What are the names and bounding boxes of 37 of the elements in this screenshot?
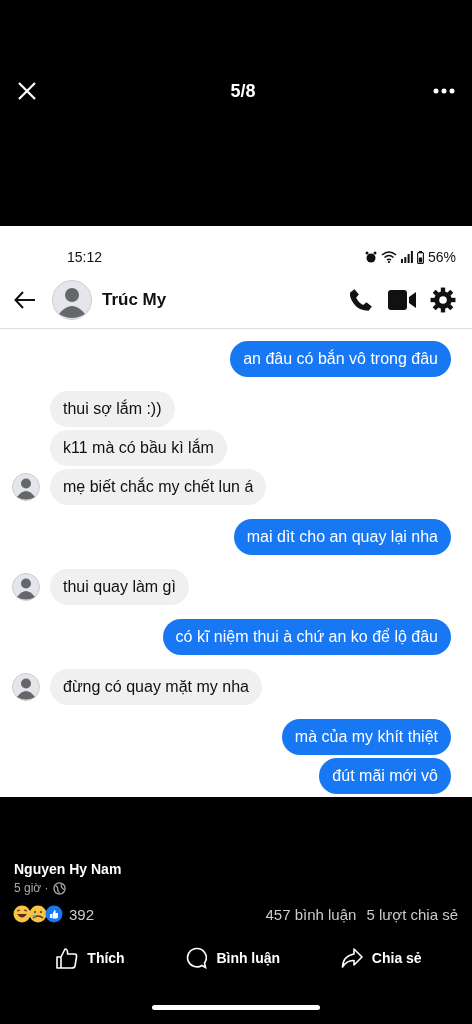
- reactions-icon[interactable]: [13, 905, 63, 923]
- phone-icon[interactable]: [348, 287, 374, 313]
- wifi-icon: [380, 251, 397, 263]
- message-bubble: có kĩ niệm thui à chứ an ko để lộ đâu: [162, 619, 451, 655]
- status-time: 15:12: [67, 249, 103, 265]
- comment-count[interactable]: 457 bình luận: [265, 905, 357, 923]
- share-button[interactable]: Chia sẻ: [340, 947, 422, 969]
- like-button[interactable]: Thích: [56, 947, 125, 969]
- avatar-icon: [52, 280, 92, 320]
- video-camera-icon[interactable]: [388, 289, 416, 311]
- image-counter: 5/8: [230, 81, 256, 102]
- post-time: 5 giờ ·: [14, 881, 49, 895]
- share-count[interactable]: 5 lượt chia sẻ: [366, 905, 458, 923]
- back-arrow-icon[interactable]: [14, 291, 36, 309]
- close-icon[interactable]: [17, 81, 37, 101]
- thumbs-up-icon: [56, 947, 79, 969]
- alarm-icon: [364, 251, 377, 263]
- reaction-count[interactable]: 392: [69, 905, 95, 923]
- message-bubble: thui quay làm gì: [50, 569, 189, 605]
- message-bubble: đừng có quay mặt my nha: [50, 669, 262, 705]
- message-bubble: đút mãi mới vô: [319, 758, 451, 794]
- message-bubble: thui sợ lắm :)): [50, 391, 175, 427]
- contact-name: Trúc My: [102, 290, 167, 310]
- message-bubble: k11 mà có bầu kì lắm: [50, 430, 227, 466]
- share-arrow-icon: [340, 947, 363, 969]
- battery-percent: 56%: [427, 249, 456, 265]
- globe-icon: [52, 881, 66, 895]
- speech-bubble-icon: [185, 947, 208, 969]
- comment-button[interactable]: Bình luận: [185, 947, 281, 969]
- message-bubble: mai dìt cho an quay lại nha: [233, 519, 451, 555]
- message-bubble: an đâu có bắn vô trong đâu: [230, 341, 451, 377]
- battery-icon: [416, 250, 424, 264]
- author-name[interactable]: Nguyen Hy Nam: [14, 861, 122, 877]
- signal-icon: [400, 251, 413, 263]
- message-bubble: mẹ biết chắc my chết lun á: [50, 469, 267, 505]
- more-icon[interactable]: [433, 88, 455, 94]
- message-bubble: mà của my khít thiệt: [281, 719, 451, 755]
